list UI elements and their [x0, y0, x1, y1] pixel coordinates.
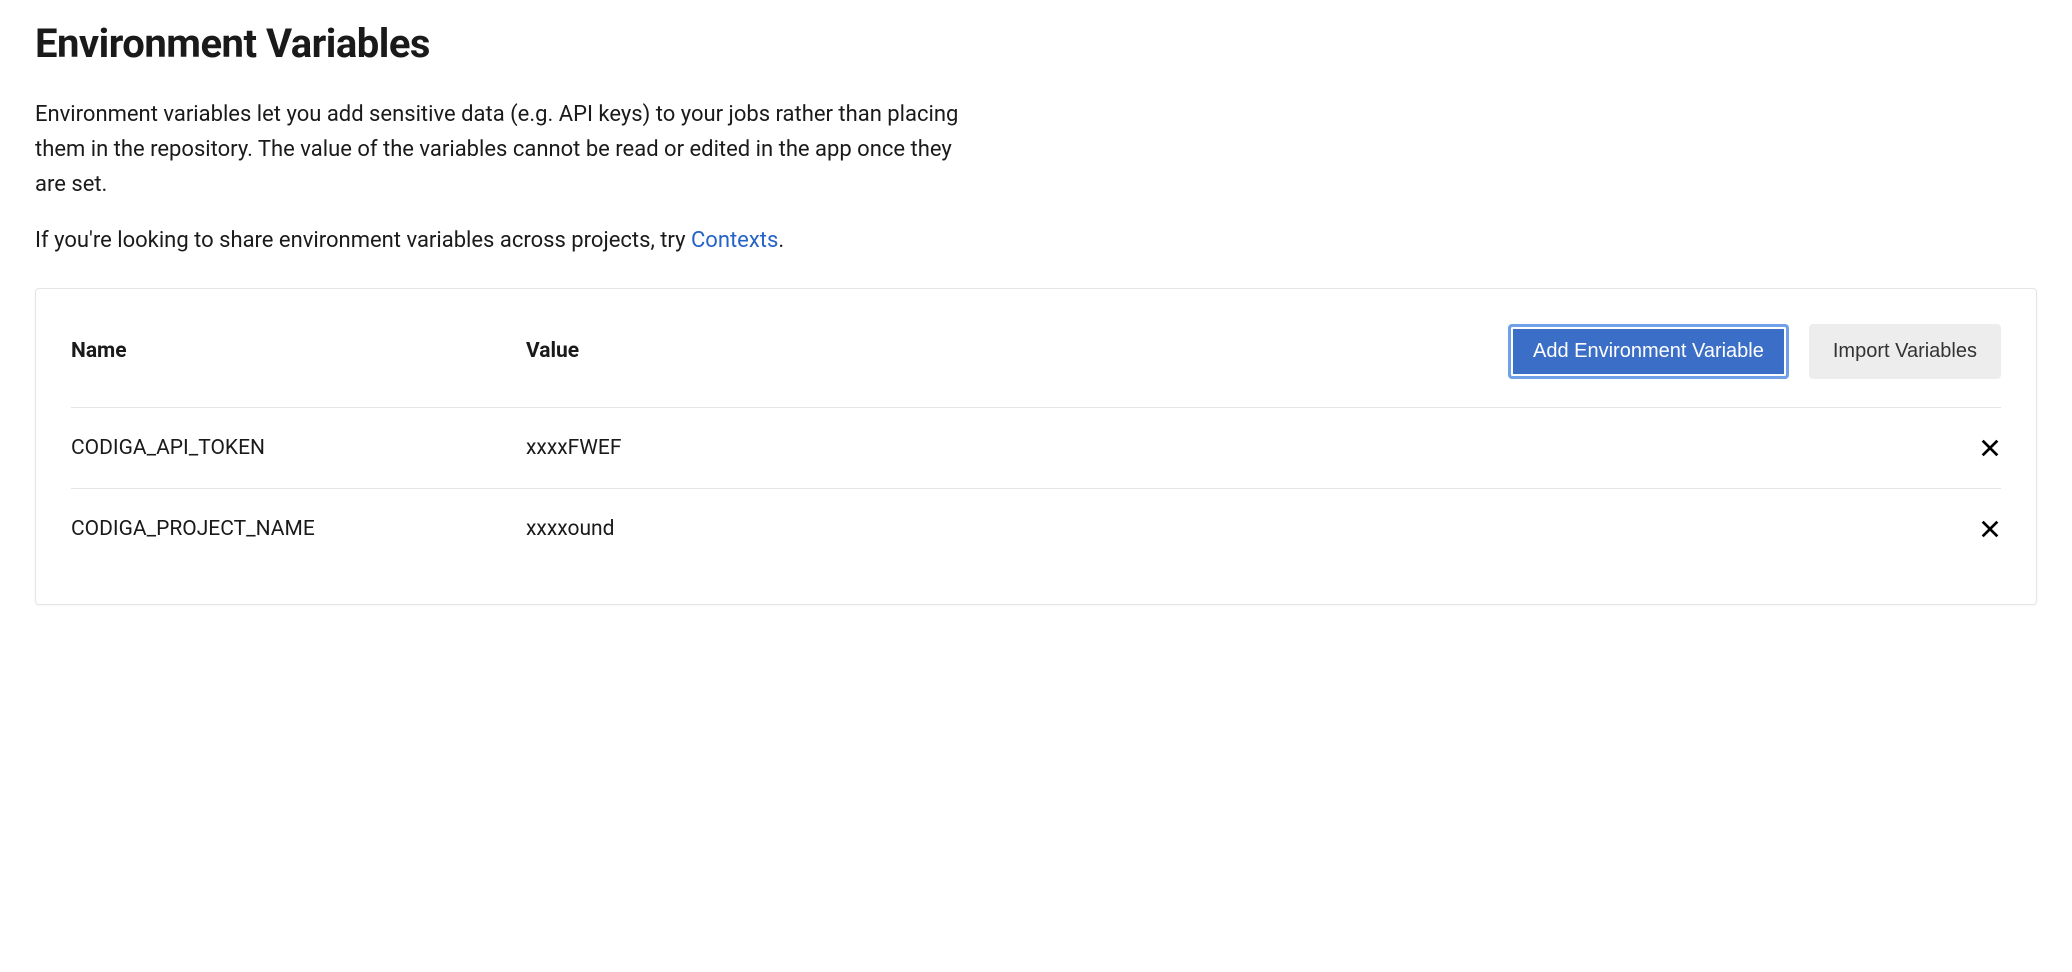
close-icon [1979, 518, 2001, 540]
env-var-name: CODIGA_PROJECT_NAME [71, 517, 526, 541]
delete-variable-button[interactable] [1971, 518, 2001, 540]
table-actions: Add Environment Variable Import Variable… [1508, 324, 2001, 379]
table-row: CODIGA_PROJECT_NAME xxxxound [71, 489, 2001, 569]
share-suffix: . [778, 228, 784, 253]
share-prefix: If you're looking to share environment v… [35, 228, 691, 253]
add-environment-variable-button[interactable]: Add Environment Variable [1508, 324, 1789, 379]
import-variables-button[interactable]: Import Variables [1809, 324, 2001, 379]
share-text: If you're looking to share environment v… [35, 228, 2037, 253]
env-var-value: xxxxFWEF [526, 436, 1971, 460]
page-title: Environment Variables [35, 20, 2037, 67]
page-description: Environment variables let you add sensit… [35, 97, 975, 203]
table-row: CODIGA_API_TOKEN xxxxFWEF [71, 408, 2001, 489]
delete-variable-button[interactable] [1971, 437, 2001, 459]
column-header-value: Value [526, 339, 1508, 363]
env-var-name: CODIGA_API_TOKEN [71, 436, 526, 460]
contexts-link[interactable]: Contexts [691, 228, 778, 253]
table-header: Name Value Add Environment Variable Impo… [71, 324, 2001, 408]
close-icon [1979, 437, 2001, 459]
column-header-name: Name [71, 339, 526, 363]
env-var-value: xxxxound [526, 517, 1971, 541]
env-vars-panel: Name Value Add Environment Variable Impo… [35, 288, 2037, 605]
